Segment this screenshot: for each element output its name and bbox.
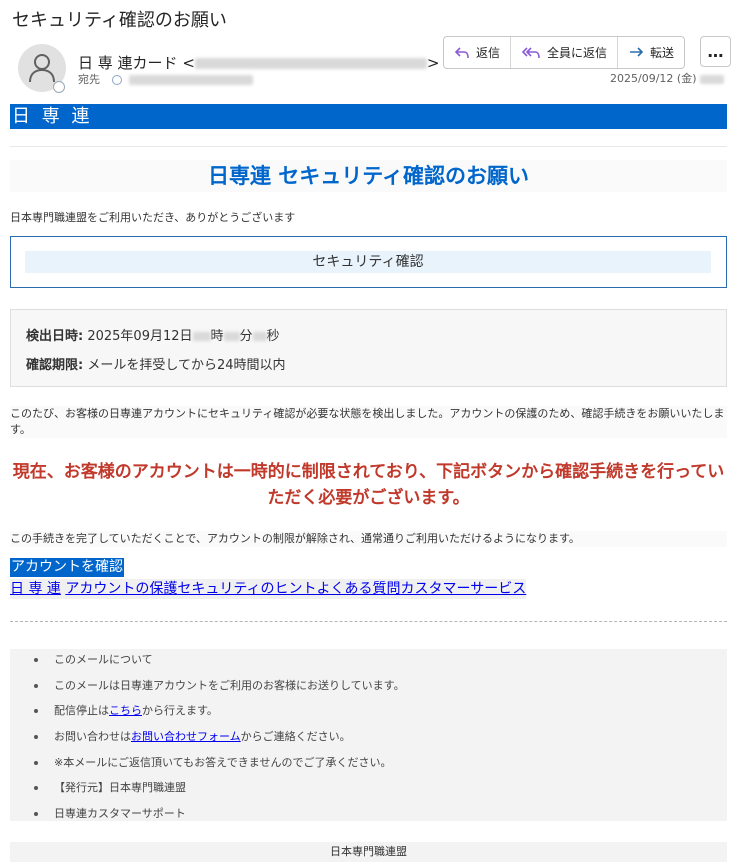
date-text: 2025/09/12 (金)	[610, 72, 697, 85]
detected-row: 検出日時: 2025年09月12日 時分秒	[26, 325, 280, 344]
contact-text: お問い合わせは	[54, 730, 131, 744]
recipient-line: 宛先	[78, 71, 253, 87]
link-nissenren[interactable]: 日 専 連	[10, 581, 61, 597]
detected-label: 検出日時:	[26, 329, 84, 344]
to-label: 宛先	[78, 73, 100, 86]
presence-icon	[53, 81, 65, 93]
list-item: 配信停止はこちらから行えます。	[10, 700, 727, 726]
thanks-text: 日本専門職連盟をご利用いただき、ありがとうございます	[10, 211, 296, 224]
reply-button[interactable]: 返信	[444, 37, 512, 68]
footer-links: 日 専 連 アカウントの保護セキュリティのヒントよくある質問カスタマーサービス	[10, 579, 527, 599]
divider	[10, 146, 727, 147]
link-faq[interactable]: よくある質問	[317, 581, 401, 597]
unsubscribe-suffix: から行えます。	[142, 704, 218, 718]
reply-all-button[interactable]: 全員に返信	[511, 37, 619, 68]
detection-paragraph: このたび、お客様の日専連アカウントにセキュリティ確認が必要な状態を検出しました。…	[10, 406, 727, 438]
redacted-hour	[192, 332, 211, 341]
forward-label: 転送	[650, 46, 675, 60]
reply-icon	[454, 46, 469, 58]
deadline-label: 確認期限:	[26, 358, 84, 373]
deadline-row: 確認期限: メールを拝受してから24時間以内	[26, 354, 286, 373]
link-account-protection[interactable]: アカウントの保護	[65, 581, 177, 597]
person-icon	[29, 54, 55, 83]
minute-label: 分	[239, 329, 253, 344]
sender-address: < >	[182, 54, 440, 72]
unsubscribe-text: 配信停止は	[54, 704, 109, 718]
recipient-status-icon	[111, 75, 122, 85]
unsubscribe-link[interactable]: こちら	[109, 704, 142, 717]
forward-button[interactable]: 転送	[618, 37, 684, 68]
warning-text: 現在、お客様のアカウントは一時的に制限されており、下記ボタンから確認手続きを行っ…	[12, 462, 725, 508]
recipient-address[interactable]	[129, 75, 253, 85]
restriction-paragraph: この手続きを完了していただくことで、アカウントの制限が解除され、通常通りご利用い…	[10, 531, 727, 547]
brand-header: 日 専 連	[10, 104, 727, 129]
contact-suffix: からご連絡ください。	[240, 730, 351, 744]
link-customer-service[interactable]: カスタマーサービス	[401, 581, 527, 597]
confirm-account-button[interactable]: アカウントを確認	[10, 558, 124, 577]
reply-label: 返信	[476, 46, 501, 60]
security-check-label: セキュリティ確認	[25, 251, 711, 273]
email-subject: セキュリティ確認のお願い	[12, 10, 227, 31]
list-item: 日専連カスタマーサポート	[10, 803, 727, 829]
email-headline: 日専連 セキュリティ確認のお願い	[10, 160, 727, 192]
forward-icon	[630, 46, 644, 57]
list-item: お問い合わせはお問い合わせフォームからご連絡ください。	[10, 726, 727, 752]
detection-info-box: 検出日時: 2025年09月12日 時分秒 確認期限: メールを拝受してから24時…	[10, 309, 727, 387]
security-check-box: セキュリティ確認	[10, 236, 727, 288]
footer-notes: このメールについて このメールは日専連アカウントをご利用のお客様にお送りしていま…	[10, 649, 727, 821]
list-item: このメールについて	[10, 649, 727, 675]
time-text	[699, 74, 724, 84]
sender[interactable]: 日 専 連カード < >	[78, 52, 439, 73]
list-item: このメールは日専連アカウントをご利用のお客様にお送りしています。	[10, 675, 727, 701]
message-actions: 返信 全員に返信 転送	[443, 36, 686, 69]
second-label: 秒	[266, 329, 280, 344]
redacted-second	[252, 332, 267, 341]
sender-name: 日 専 連カード	[78, 54, 178, 72]
redacted-minute	[223, 332, 240, 341]
reply-all-label: 全員に返信	[547, 46, 608, 60]
organization-name: 日本専門職連盟	[10, 842, 727, 862]
link-security-tips[interactable]: セキュリティのヒント	[177, 581, 316, 597]
more-actions-button[interactable]: …	[700, 36, 731, 67]
contact-form-link[interactable]: お問い合わせフォーム	[131, 730, 241, 743]
reply-all-icon	[521, 46, 540, 58]
email-date: 2025/09/12 (金)	[610, 70, 724, 86]
dashed-divider	[10, 621, 727, 622]
deadline-value: メールを拝受してから24時間以内	[87, 358, 286, 373]
list-item: ※本メールにご返信頂いてもお答えできませんのでご了承ください。	[10, 752, 727, 778]
hour-label: 時	[210, 329, 224, 344]
list-item: 【発行元】日本専門職連盟	[10, 777, 727, 803]
detected-value: 2025年09月12日	[87, 329, 193, 344]
